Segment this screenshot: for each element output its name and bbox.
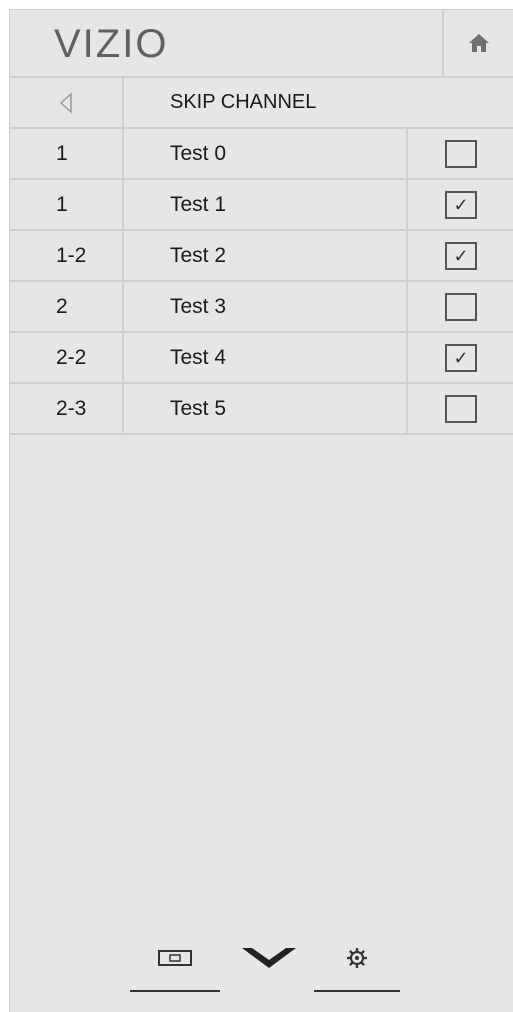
home-icon <box>469 34 489 52</box>
back-button[interactable] <box>10 78 124 127</box>
input-icon <box>158 950 192 966</box>
settings-icon <box>347 948 367 968</box>
channel-number: 1 <box>10 180 124 229</box>
channel-number: 2-3 <box>10 384 124 433</box>
menu-title: SKIP CHANNEL <box>170 91 317 113</box>
skip-checkbox[interactable]: ✓ <box>445 343 477 372</box>
skip-checkbox[interactable] <box>445 139 477 168</box>
channel-name: Test 0 <box>170 142 227 165</box>
skip-checkbox[interactable]: ✓ <box>445 241 477 270</box>
channel-row[interactable]: 2 Test 3 <box>10 282 513 333</box>
channel-number: 1-2 <box>10 231 124 280</box>
channel-name: Test 4 <box>170 346 227 369</box>
home-button[interactable] <box>442 10 513 76</box>
skip-checkbox[interactable] <box>445 292 477 321</box>
channel-row[interactable]: 2-3 Test 5 <box>10 384 513 435</box>
settings-button[interactable] <box>314 932 400 984</box>
skip-checkbox-cell <box>406 129 513 178</box>
collapse-button[interactable] <box>234 932 304 984</box>
skip-checkbox-cell <box>406 384 513 433</box>
bottom-bar <box>130 932 400 992</box>
menu-title-row: SKIP CHANNEL <box>10 78 513 129</box>
channel-number: 2 <box>10 282 124 331</box>
skip-checkbox-cell: ✓ <box>406 231 513 280</box>
channel-name: Test 1 <box>170 193 227 216</box>
channel-number: 2-2 <box>10 333 124 382</box>
skip-checkbox[interactable]: ✓ <box>445 190 477 219</box>
back-arrow-icon <box>59 91 72 114</box>
channel-name: Test 3 <box>170 295 227 318</box>
checkmark-icon: ✓ <box>453 245 469 266</box>
side-panel: VIZIO SKIP CHANNEL 1 Test 0 1 Test 1 ✓ 1-2 Tes… <box>9 9 513 1012</box>
header: VIZIO <box>10 10 513 78</box>
skip-checkbox[interactable] <box>445 394 477 423</box>
skip-checkbox-cell: ✓ <box>406 180 513 229</box>
channel-name: Test 5 <box>170 397 227 420</box>
channel-row[interactable]: 1 Test 1 ✓ <box>10 180 513 231</box>
checkmark-icon: ✓ <box>453 194 469 215</box>
channel-row[interactable]: 2-2 Test 4 ✓ <box>10 333 513 384</box>
skip-checkbox-cell: ✓ <box>406 333 513 382</box>
vizio-logo: VIZIO <box>54 22 169 66</box>
skip-checkbox-cell <box>406 282 513 331</box>
settings-underline <box>314 990 400 992</box>
channel-row[interactable]: 1-2 Test 2 ✓ <box>10 231 513 282</box>
input-underline <box>130 990 220 992</box>
chevron-down-icon <box>242 948 296 968</box>
channel-row[interactable]: 1 Test 0 <box>10 129 513 180</box>
channel-number: 1 <box>10 129 124 178</box>
checkmark-icon: ✓ <box>453 347 469 368</box>
input-button[interactable] <box>130 932 220 984</box>
channel-name: Test 2 <box>170 244 227 267</box>
